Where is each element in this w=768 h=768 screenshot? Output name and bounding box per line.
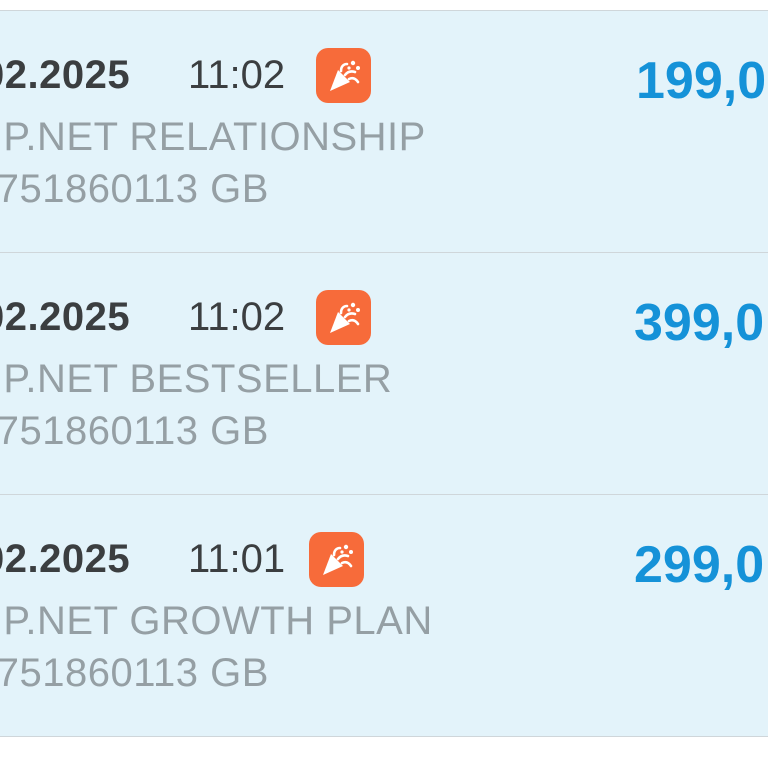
transaction-time: 11:02 (188, 295, 286, 339)
transaction-list: 02.2025 11:02 UP.NET RELATIONSHIP 775186… (0, 0, 768, 768)
product-name: UP.NET GROWTH PLAN (0, 599, 433, 643)
product-name: UP.NET BESTSELLER (0, 357, 393, 401)
transaction-amount: 299,0 (634, 536, 765, 594)
transaction-row[interactable]: 02.2025 11:01 UP.NET GROWTH PLAN 7751860… (0, 495, 768, 737)
transaction-time: 11:02 (188, 53, 286, 97)
transaction-date: 02.2025 (0, 53, 131, 97)
transaction-amount: 399,0 (634, 294, 765, 352)
transaction-date: 02.2025 (0, 537, 131, 581)
list-footer-space (0, 737, 768, 768)
transaction-date: 02.2025 (0, 295, 131, 339)
account-number: 7751860113 GB (0, 651, 269, 695)
party-popper-icon (316, 290, 371, 345)
product-name: UP.NET RELATIONSHIP (0, 115, 426, 159)
transaction-row[interactable]: 02.2025 11:02 UP.NET RELATIONSHIP 775186… (0, 11, 768, 253)
party-popper-icon (309, 532, 364, 587)
party-popper-icon (316, 48, 371, 103)
account-number: 7751860113 GB (0, 167, 269, 211)
transaction-amount: 199,0 (636, 52, 767, 110)
account-number: 7751860113 GB (0, 409, 269, 453)
transaction-time: 11:01 (188, 537, 286, 581)
transaction-row[interactable]: 02.2025 11:02 UP.NET BESTSELLER 77518601… (0, 253, 768, 495)
